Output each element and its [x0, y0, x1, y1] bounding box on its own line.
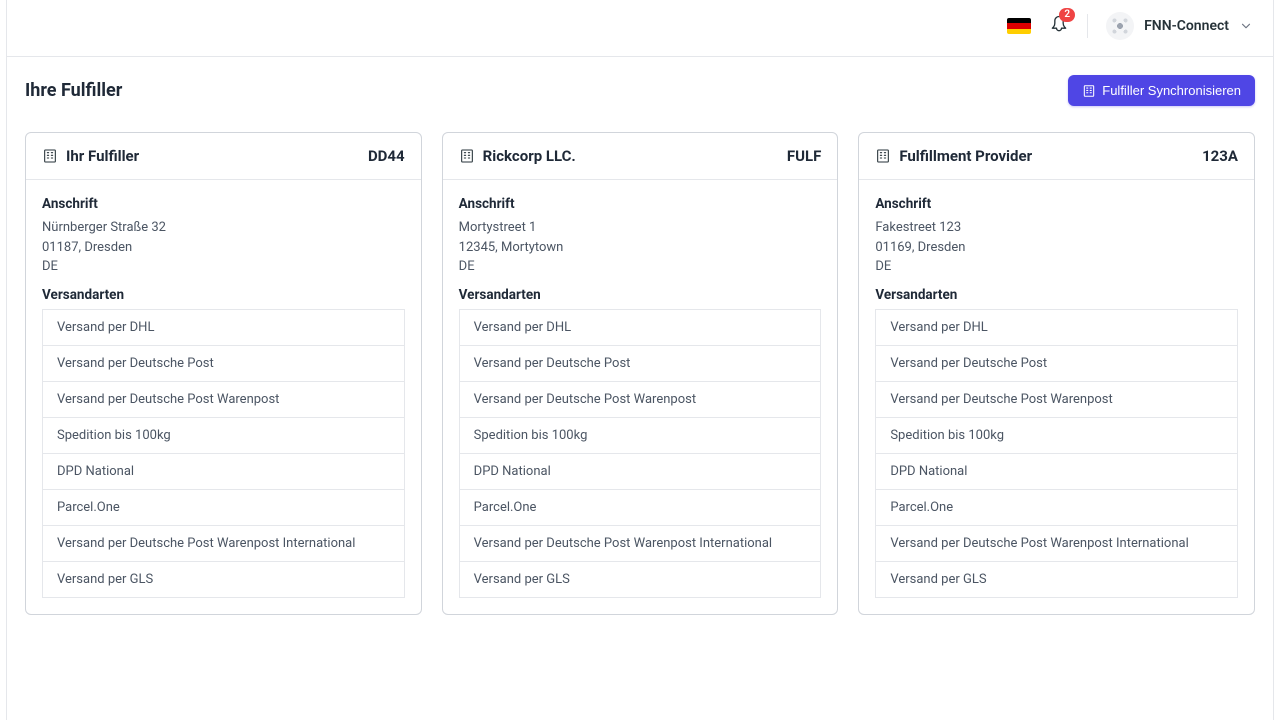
fulfiller-name: Ihr Fulfiller: [66, 147, 139, 165]
address-block: Fakestreet 12301169, DresdenDE: [875, 218, 1238, 277]
top-bar: 2 FNN-Connect: [7, 0, 1273, 57]
sync-fulfiller-button[interactable]: Fulfiller Synchronisieren: [1068, 75, 1255, 106]
address-country: DE: [42, 257, 405, 277]
shipping-item: Versand per Deutsche Post: [459, 345, 822, 381]
fulfiller-code: DD44: [368, 147, 405, 165]
fulfiller-card: Rickcorp LLC. FULF Anschrift Mortystreet 11…: [442, 132, 839, 615]
card-header: Fulfillment Provider 123A: [859, 133, 1254, 180]
fulfiller-code: FULF: [787, 147, 821, 165]
address-label: Anschrift: [42, 196, 405, 212]
shipping-item: DPD National: [42, 453, 405, 489]
chevron-down-icon: [1239, 19, 1253, 33]
address-street: Mortystreet 1: [459, 218, 822, 238]
language-flag-de[interactable]: [1007, 18, 1031, 34]
shipping-item: Versand per DHL: [459, 309, 822, 345]
building-icon: [1082, 84, 1096, 98]
fulfiller-name: Fulfillment Provider: [899, 147, 1032, 165]
shipping-item: Versand per GLS: [42, 561, 405, 598]
card-body: Anschrift Fakestreet 12301169, DresdenDE V…: [859, 180, 1254, 614]
shipping-item: Versand per Deutsche Post: [875, 345, 1238, 381]
address-city: 01169, Dresden: [875, 238, 1238, 258]
shipping-item: Versand per GLS: [875, 561, 1238, 598]
shipping-item: Spedition bis 100kg: [875, 417, 1238, 453]
shipping-types-label: Versandarten: [875, 287, 1238, 303]
shipping-item: Spedition bis 100kg: [42, 417, 405, 453]
card-header: Rickcorp LLC. FULF: [443, 133, 838, 180]
shipping-list: Versand per DHLVersand per Deutsche Post…: [875, 309, 1238, 598]
shipping-item: Versand per Deutsche Post Warenpost Inte…: [875, 525, 1238, 561]
address-street: Nürnberger Straße 32: [42, 218, 405, 238]
fulfiller-name: Rickcorp LLC.: [483, 147, 576, 165]
sync-button-label: Fulfiller Synchronisieren: [1102, 83, 1241, 98]
page-title: Ihre Fulfiller: [25, 80, 122, 101]
shipping-item: Parcel.One: [459, 489, 822, 525]
building-icon: [875, 148, 891, 164]
shipping-item: Parcel.One: [875, 489, 1238, 525]
address-block: Mortystreet 112345, MortytownDE: [459, 218, 822, 277]
divider: [1087, 14, 1088, 38]
card-body: Anschrift Nürnberger Straße 3201187, Dres…: [26, 180, 421, 614]
address-country: DE: [459, 257, 822, 277]
address-street: Fakestreet 123: [875, 218, 1238, 238]
account-menu[interactable]: FNN-Connect: [1106, 12, 1253, 40]
account-name: FNN-Connect: [1144, 18, 1229, 34]
shipping-types-label: Versandarten: [42, 287, 405, 303]
address-label: Anschrift: [875, 196, 1238, 212]
shipping-item: DPD National: [875, 453, 1238, 489]
card-title-wrap: Fulfillment Provider: [875, 147, 1032, 165]
address-city: 12345, Mortytown: [459, 238, 822, 258]
shipping-list: Versand per DHLVersand per Deutsche Post…: [459, 309, 822, 598]
shipping-item: DPD National: [459, 453, 822, 489]
shipping-item: Versand per Deutsche Post Warenpost Inte…: [42, 525, 405, 561]
fulfiller-code: 123A: [1202, 147, 1238, 165]
card-header: Ihr Fulfiller DD44: [26, 133, 421, 180]
address-country: DE: [875, 257, 1238, 277]
shipping-item: Versand per Deutsche Post: [42, 345, 405, 381]
shipping-item: Versand per Deutsche Post Warenpost Inte…: [459, 525, 822, 561]
fulfiller-cards: Ihr Fulfiller DD44 Anschrift Nürnberger Str…: [25, 132, 1255, 615]
shipping-item: Parcel.One: [42, 489, 405, 525]
address-block: Nürnberger Straße 3201187, DresdenDE: [42, 218, 405, 277]
building-icon: [459, 148, 475, 164]
shipping-item: Spedition bis 100kg: [459, 417, 822, 453]
shipping-item: Versand per GLS: [459, 561, 822, 598]
card-title-wrap: Rickcorp LLC.: [459, 147, 576, 165]
card-title-wrap: Ihr Fulfiller: [42, 147, 139, 165]
notification-badge: 2: [1059, 8, 1075, 22]
building-icon: [42, 148, 58, 164]
card-body: Anschrift Mortystreet 112345, MortytownDE…: [443, 180, 838, 614]
shipping-item: Versand per Deutsche Post Warenpost: [42, 381, 405, 417]
shipping-list: Versand per DHLVersand per Deutsche Post…: [42, 309, 405, 598]
fulfiller-card: Ihr Fulfiller DD44 Anschrift Nürnberger Str…: [25, 132, 422, 615]
shipping-types-label: Versandarten: [459, 287, 822, 303]
fulfiller-card: Fulfillment Provider 123A Anschrift Fakestr…: [858, 132, 1255, 615]
page-header: Ihre Fulfiller Fulfiller Synchronisieren: [25, 75, 1255, 106]
shipping-item: Versand per DHL: [875, 309, 1238, 345]
notifications-button[interactable]: 2: [1049, 14, 1069, 38]
shipping-item: Versand per DHL: [42, 309, 405, 345]
address-city: 01187, Dresden: [42, 238, 405, 258]
shipping-item: Versand per Deutsche Post Warenpost: [875, 381, 1238, 417]
shipping-item: Versand per Deutsche Post Warenpost: [459, 381, 822, 417]
avatar: [1106, 12, 1134, 40]
address-label: Anschrift: [459, 196, 822, 212]
